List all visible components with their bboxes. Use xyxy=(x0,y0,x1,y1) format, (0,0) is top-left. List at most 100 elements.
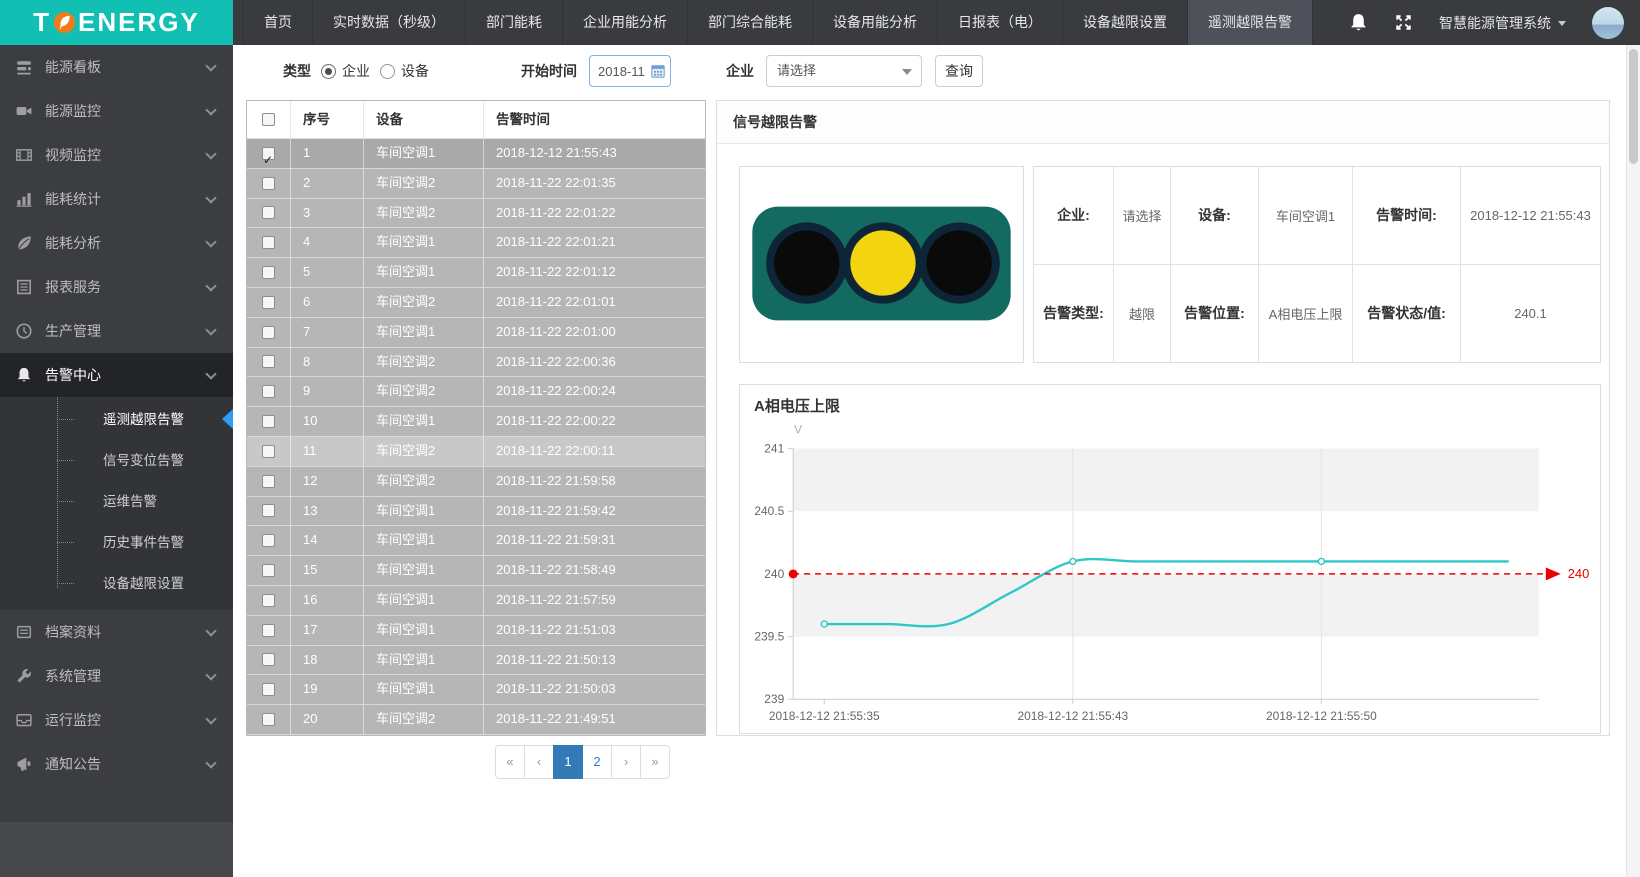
cell-device: 车间空调1 xyxy=(364,258,484,287)
sidebar-item[interactable]: 运行监控 xyxy=(0,698,233,742)
row-checkbox[interactable] xyxy=(262,236,275,249)
row-checkbox[interactable] xyxy=(262,713,275,726)
table-row[interactable]: 20车间空调22018-11-22 21:49:51 xyxy=(247,705,705,735)
table-row[interactable]: 5车间空调12018-11-22 22:01:12 xyxy=(247,258,705,288)
row-checkbox[interactable] xyxy=(262,147,275,160)
search-button[interactable]: 查询 xyxy=(935,55,983,87)
sidebar-item[interactable]: 能源看板 xyxy=(0,45,233,89)
cell-time: 2018-11-22 21:50:13 xyxy=(484,646,705,675)
row-checkbox[interactable] xyxy=(262,415,275,428)
company-select[interactable]: 请选择 xyxy=(766,55,922,87)
logo-block: T ENERGY xyxy=(0,0,233,45)
table-row[interactable]: 18车间空调12018-11-22 21:50:13 xyxy=(247,646,705,676)
row-checkbox[interactable] xyxy=(262,653,275,666)
row-checkbox[interactable] xyxy=(262,504,275,517)
page-first-button[interactable]: « xyxy=(495,745,525,779)
table-row[interactable]: 15车间空调12018-11-22 21:58:49 xyxy=(247,556,705,586)
table-row[interactable]: 19车间空调12018-11-22 21:50:03 xyxy=(247,675,705,705)
sidebar-item[interactable]: 视频监控 xyxy=(0,133,233,177)
row-checkbox[interactable] xyxy=(262,206,275,219)
row-checkbox[interactable] xyxy=(262,326,275,339)
radio-company-control[interactable] xyxy=(321,64,336,79)
cell-no: 8 xyxy=(291,348,364,377)
table-row[interactable]: 11车间空调22018-11-22 22:00:11 xyxy=(247,437,705,467)
top-nav-item-2[interactable]: 实时数据（秒级） xyxy=(312,0,465,45)
page-page-1-button[interactable]: 1 xyxy=(553,745,583,779)
detail-field-value: 2018-12-12 21:55:43 xyxy=(1461,167,1600,265)
sidebar-item[interactable]: 系统管理 xyxy=(0,654,233,698)
sidebar-item-label: 视频监控 xyxy=(45,145,101,165)
table-row[interactable]: 12车间空调22018-11-22 21:59:58 xyxy=(247,467,705,497)
table-row[interactable]: 3车间空调22018-11-22 22:01:22 xyxy=(247,199,705,229)
table-row[interactable]: 2车间空调22018-11-22 22:01:35 xyxy=(247,169,705,199)
sidebar-item[interactable]: 报表服务 xyxy=(0,265,233,309)
table-row[interactable]: 4车间空调12018-11-22 22:01:21 xyxy=(247,228,705,258)
page-prev-button[interactable]: ‹ xyxy=(524,745,554,779)
table-row[interactable]: 6车间空调22018-11-22 22:01:01 xyxy=(247,288,705,318)
table-row[interactable]: 8车间空调22018-11-22 22:00:36 xyxy=(247,348,705,378)
top-nav-item-8[interactable]: 设备越限设置 xyxy=(1062,0,1187,45)
notification-bell-icon[interactable] xyxy=(1349,13,1368,32)
top-nav-item-7[interactable]: 日报表（电） xyxy=(937,0,1062,45)
table-row[interactable]: 10车间空调12018-11-22 22:00:22 xyxy=(247,407,705,437)
sidebar-subitem[interactable]: 设备越限设置 xyxy=(0,563,233,604)
table-row[interactable]: 7车间空调12018-11-22 22:01:00 xyxy=(247,318,705,348)
type-filter-label: 类型 xyxy=(283,61,311,81)
sidebar-subitem[interactable]: 信号变位告警 xyxy=(0,440,233,481)
fullscreen-icon[interactable] xyxy=(1394,13,1413,32)
sidebar-item[interactable]: 能耗统计 xyxy=(0,177,233,221)
top-nav-item-9[interactable]: 遥测越限告警 xyxy=(1187,0,1313,45)
row-checkbox[interactable] xyxy=(262,385,275,398)
table-row[interactable]: 9车间空调22018-11-22 22:00:24 xyxy=(247,377,705,407)
row-checkbox[interactable] xyxy=(262,624,275,637)
row-checkbox[interactable] xyxy=(262,266,275,279)
system-menu[interactable]: 智慧能源管理系统 xyxy=(1439,13,1566,33)
top-nav-item-4[interactable]: 企业用能分析 xyxy=(562,0,687,45)
row-checkbox[interactable] xyxy=(262,475,275,488)
avatar[interactable] xyxy=(1592,7,1624,39)
cell-time: 2018-11-22 22:00:11 xyxy=(484,437,705,466)
sidebar-subitem[interactable]: 遥测越限告警 xyxy=(0,399,233,440)
sidebar-item[interactable]: 生产管理 xyxy=(0,309,233,353)
sidebar-item[interactable]: 通知公告 xyxy=(0,742,233,786)
row-checkbox[interactable] xyxy=(262,594,275,607)
top-nav-item-3[interactable]: 部门能耗 xyxy=(465,0,562,45)
top-nav-item-5[interactable]: 部门综合能耗 xyxy=(687,0,812,45)
cell-device: 车间空调1 xyxy=(364,407,484,436)
sidebar-item[interactable]: 告警中心 xyxy=(0,353,233,397)
table-row[interactable]: 17车间空调12018-11-22 21:51:03 xyxy=(247,616,705,646)
scrollbar-thumb[interactable] xyxy=(1629,49,1638,164)
start-time-input[interactable] xyxy=(589,55,671,87)
row-checkbox[interactable] xyxy=(262,355,275,368)
radio-company[interactable]: 企业 xyxy=(321,61,370,81)
sidebar-item[interactable]: 能耗分析 xyxy=(0,221,233,265)
select-all-checkbox[interactable] xyxy=(262,113,275,126)
table-row[interactable]: 14车间空调12018-11-22 21:59:31 xyxy=(247,526,705,556)
sidebar-subitem[interactable]: 历史事件告警 xyxy=(0,522,233,563)
cell-time: 2018-11-22 22:00:24 xyxy=(484,377,705,406)
page-last-button[interactable]: » xyxy=(640,745,670,779)
cell-device: 车间空调2 xyxy=(364,288,484,317)
row-checkbox[interactable] xyxy=(262,296,275,309)
sidebar-item[interactable]: 档案资料 xyxy=(0,610,233,654)
table-row[interactable]: 1车间空调12018-12-12 21:55:43 xyxy=(247,139,705,169)
row-checkbox[interactable] xyxy=(262,683,275,696)
page-page-2-button[interactable]: 2 xyxy=(582,745,612,779)
table-row[interactable]: 13车间空调12018-11-22 21:59:42 xyxy=(247,497,705,527)
row-checkbox[interactable] xyxy=(262,564,275,577)
row-checkbox[interactable] xyxy=(262,445,275,458)
sidebar-item[interactable]: 能源监控 xyxy=(0,89,233,133)
pagination: «‹12›» xyxy=(495,745,670,779)
detail-panel: 信号越限告警 企业:请选择设备:车间空调1告警时间:2018-12-12 21:… xyxy=(716,100,1610,736)
sidebar-item-label: 能源看板 xyxy=(45,57,101,77)
chevron-down-icon xyxy=(205,104,216,115)
row-checkbox[interactable] xyxy=(262,177,275,190)
row-checkbox[interactable] xyxy=(262,534,275,547)
page-next-button[interactable]: › xyxy=(611,745,641,779)
top-nav-item-1[interactable]: 首页 xyxy=(243,0,312,45)
table-row[interactable]: 16车间空调12018-11-22 21:57:59 xyxy=(247,586,705,616)
top-nav-item-6[interactable]: 设备用能分析 xyxy=(812,0,937,45)
radio-device-control[interactable] xyxy=(380,64,395,79)
radio-device[interactable]: 设备 xyxy=(380,61,429,81)
sidebar-subitem[interactable]: 运维告警 xyxy=(0,481,233,522)
